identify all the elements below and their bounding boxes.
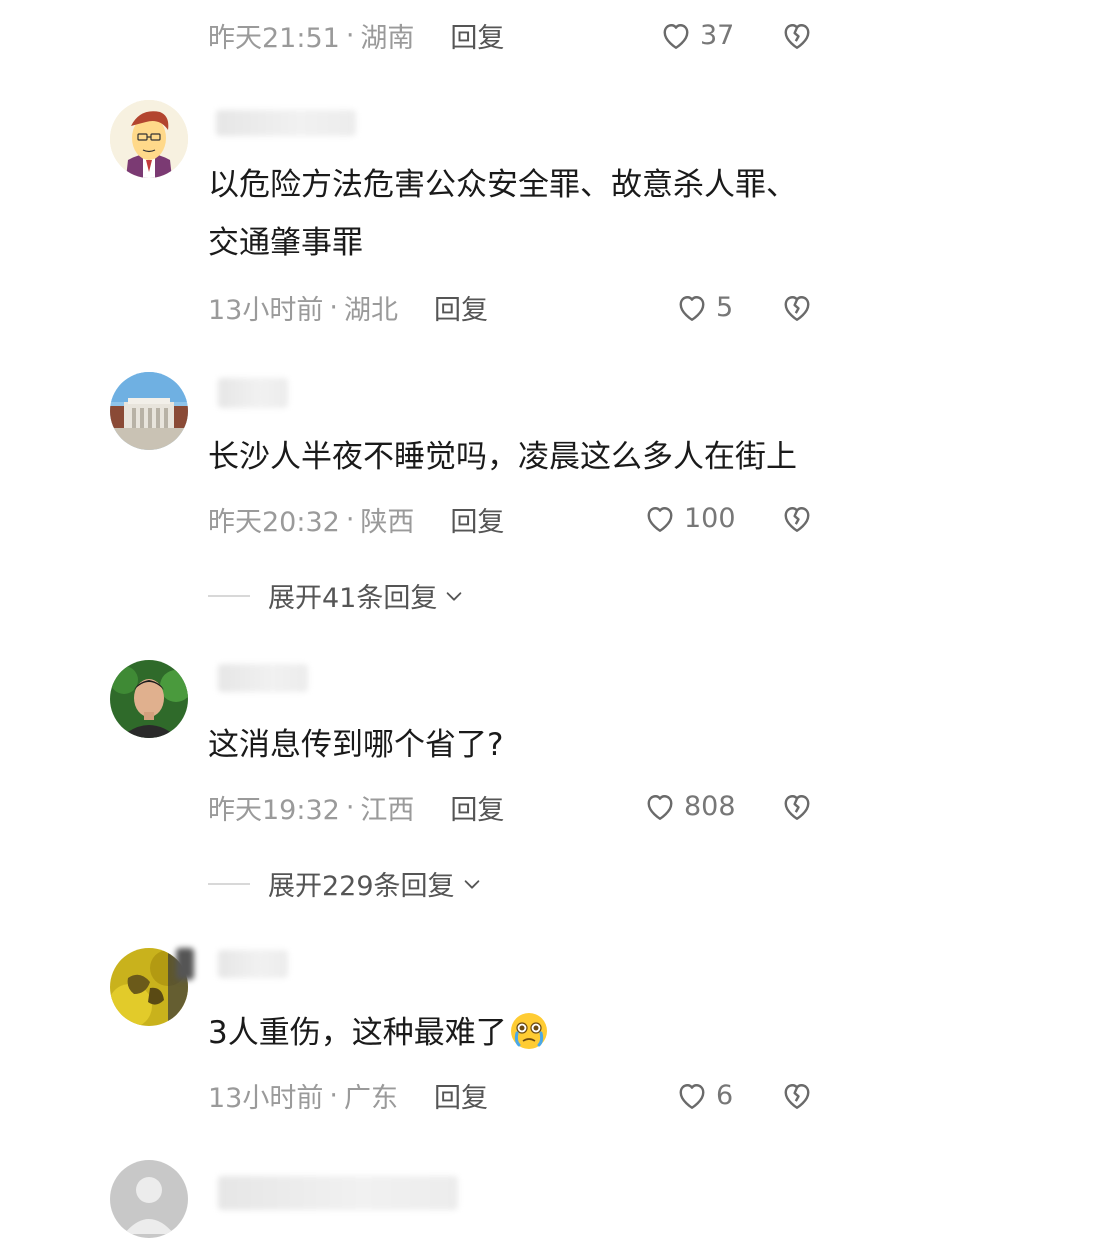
reply-button[interactable]: 回复 bbox=[450, 16, 504, 55]
username-blurred[interactable] bbox=[218, 378, 288, 408]
default-user-avatar-icon bbox=[110, 1160, 188, 1238]
like-count: 6 bbox=[716, 1079, 734, 1111]
comment-time: 13小时前 bbox=[208, 1083, 324, 1114]
expand-replies-button[interactable]: 展开41条回复 bbox=[208, 576, 465, 615]
expand-replies-button[interactable]: 展开229条回复 bbox=[208, 864, 483, 903]
avatar[interactable] bbox=[110, 660, 188, 738]
comment-time: 13小时前 bbox=[208, 295, 324, 326]
avatar[interactable] bbox=[110, 100, 188, 178]
expand-divider-line bbox=[208, 594, 250, 597]
comment-text: 交通肇事罪 bbox=[208, 225, 363, 261]
expand-replies-label: 展开41条回复 bbox=[268, 583, 438, 614]
avatar[interactable] bbox=[110, 372, 188, 450]
like-button[interactable]: 100 bbox=[642, 500, 736, 536]
broken-heart-icon bbox=[784, 24, 810, 49]
avatar[interactable] bbox=[110, 1160, 188, 1238]
dislike-button[interactable] bbox=[779, 500, 815, 536]
comment-text-content: 3人重伤，这种最难了 bbox=[208, 1015, 507, 1051]
dislike-button[interactable] bbox=[779, 289, 815, 325]
like-count: 37 bbox=[700, 19, 735, 51]
like-count: 100 bbox=[684, 502, 736, 534]
dislike-button[interactable] bbox=[779, 1077, 815, 1113]
like-button[interactable]: 6 bbox=[674, 1077, 733, 1113]
heart-outline-icon bbox=[663, 24, 689, 49]
meta-separator: · bbox=[329, 1080, 338, 1111]
meta-separator: · bbox=[345, 792, 355, 823]
broken-heart-icon bbox=[784, 296, 810, 321]
reply-button[interactable]: 回复 bbox=[434, 1076, 488, 1115]
broken-heart-icon bbox=[784, 507, 810, 532]
reply-button[interactable]: 回复 bbox=[450, 500, 504, 539]
like-button[interactable]: 37 bbox=[658, 17, 734, 53]
heart-outline-icon bbox=[679, 296, 705, 321]
dislike-button[interactable] bbox=[779, 17, 815, 53]
username-blurred[interactable] bbox=[218, 1176, 458, 1210]
meta-separator: · bbox=[345, 20, 355, 51]
comment-text: 3人重伤，这种最难了 bbox=[208, 1004, 549, 1062]
comment-text: 以危险方法危害公众安全罪、故意杀人罪、 bbox=[208, 167, 797, 203]
heart-outline-icon bbox=[647, 507, 673, 532]
cartoon-avatar-icon bbox=[110, 100, 188, 178]
meta-separator: · bbox=[329, 292, 338, 323]
comment-text: 长沙人半夜不睡觉吗，凌晨这么多人在街上 bbox=[208, 439, 797, 475]
reply-button[interactable]: 回复 bbox=[434, 288, 488, 327]
comment-meta: 13小时前 · 广东 回复 bbox=[208, 1076, 488, 1115]
building-photo-avatar-icon bbox=[110, 372, 188, 450]
like-count: 5 bbox=[716, 291, 734, 323]
crying-face-emoji-icon bbox=[510, 1013, 547, 1049]
username-blurred[interactable] bbox=[218, 950, 288, 978]
comment-time: 昨天20:32 bbox=[208, 507, 340, 538]
expand-divider-line bbox=[208, 882, 250, 885]
broken-heart-icon bbox=[784, 795, 810, 820]
comment-meta: 昨天20:32 · 陕西 回复 bbox=[208, 500, 504, 539]
meta-separator: · bbox=[345, 504, 355, 535]
like-button[interactable]: 5 bbox=[674, 289, 733, 325]
reply-button[interactable]: 回复 bbox=[450, 788, 504, 827]
like-button[interactable]: 808 bbox=[642, 788, 736, 824]
expand-replies-label: 展开229条回复 bbox=[268, 871, 455, 902]
portrait-photo-avatar-icon bbox=[110, 660, 188, 738]
comment-text: 这消息传到哪个省了? bbox=[208, 727, 504, 763]
username-blurred bbox=[176, 948, 194, 980]
comment-region: 湖北 bbox=[343, 295, 398, 326]
comment-time: 昨天21:51 bbox=[208, 23, 340, 54]
chevron-down-icon bbox=[464, 879, 479, 889]
comment-region: 湖南 bbox=[360, 23, 415, 54]
chevron-down-icon bbox=[447, 591, 462, 601]
comment-meta: 昨天19:32 · 江西 回复 bbox=[208, 788, 504, 827]
comment-region: 广东 bbox=[343, 1083, 398, 1114]
heart-outline-icon bbox=[647, 795, 673, 820]
comment-meta: 13小时前 · 湖北 回复 bbox=[208, 288, 488, 327]
comment-region: 江西 bbox=[360, 795, 415, 826]
like-count: 808 bbox=[684, 790, 736, 822]
dislike-button[interactable] bbox=[779, 788, 815, 824]
broken-heart-icon bbox=[784, 1084, 810, 1109]
heart-outline-icon bbox=[679, 1084, 705, 1109]
username-blurred[interactable] bbox=[218, 664, 308, 692]
username-blurred[interactable] bbox=[216, 110, 356, 136]
comment-region: 陕西 bbox=[360, 507, 415, 538]
comment-meta: 昨天21:51 · 湖南 回复 bbox=[208, 16, 504, 55]
comment-time: 昨天19:32 bbox=[208, 795, 340, 826]
